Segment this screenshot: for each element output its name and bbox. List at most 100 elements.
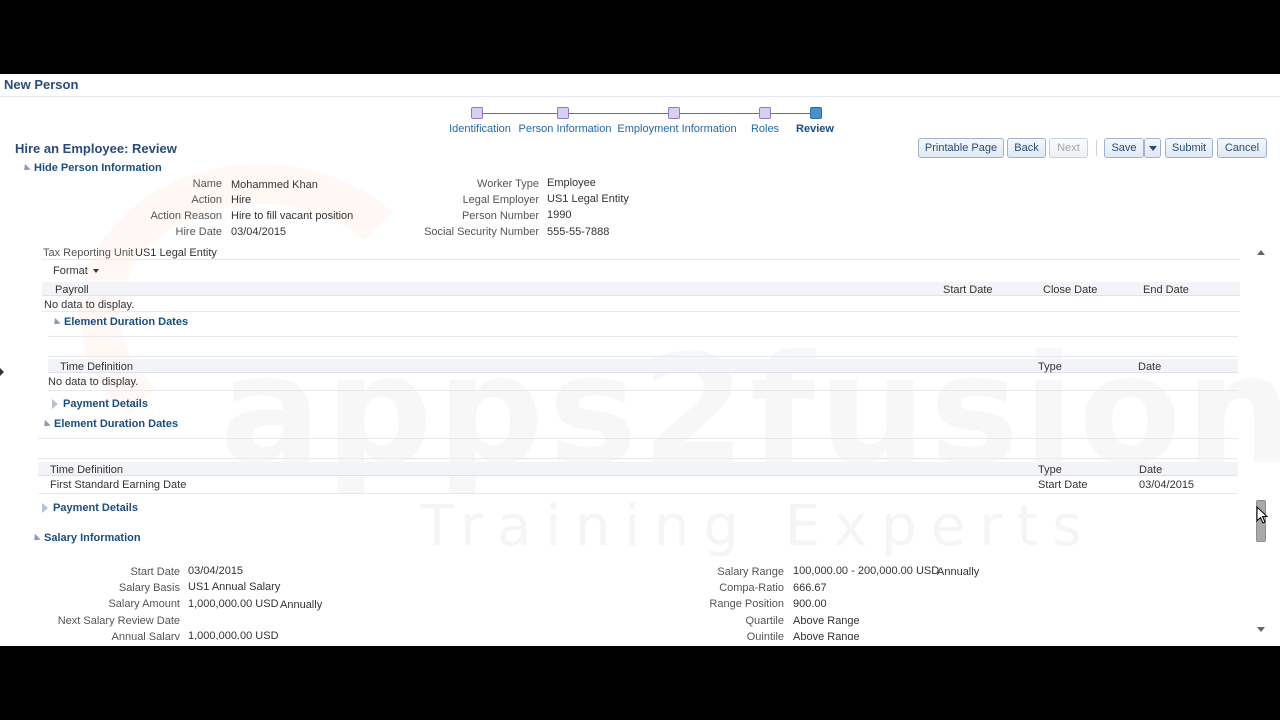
back-button[interactable]: Back — [1007, 138, 1046, 158]
salary-start-date-label: Start Date — [130, 566, 180, 578]
hire-date-label: Hire Date — [175, 226, 222, 238]
hide-person-information-toggle[interactable]: Hide Person Information — [21, 162, 162, 174]
worker-type-label: Worker Type — [477, 178, 539, 190]
payment-details-toggle[interactable]: Payment Details — [52, 398, 148, 410]
train-stop-employment-information[interactable] — [668, 107, 680, 119]
start-date-header[interactable]: Start Date — [943, 284, 993, 296]
divider — [42, 311, 1240, 312]
action-label: Action — [191, 194, 222, 206]
format-menu[interactable]: Format — [53, 265, 99, 277]
range-position-label: Range Position — [709, 598, 784, 610]
cancel-button[interactable]: Cancel — [1217, 138, 1267, 158]
element-dates-empty-message: No data to display. — [48, 376, 139, 388]
salary-basis-value: US1 Annual Salary — [188, 581, 281, 593]
person-number-value: 1990 — [547, 209, 572, 221]
time-definition-cell: First Standard Earning Date — [50, 479, 187, 491]
action-reason-value: Hire to fill vacant position — [231, 210, 354, 222]
expand-icon — [52, 399, 58, 410]
name-value: Mohammed Khan — [231, 179, 318, 191]
date-cell: 03/04/2015 — [1139, 479, 1195, 491]
element-duration-dates-toggle[interactable]: Element Duration Dates — [41, 418, 178, 430]
review-title: Hire an Employee: Review — [15, 141, 177, 156]
train-connector — [482, 113, 562, 114]
salary-range-label: Salary Range — [717, 566, 784, 578]
payment-details-toggle[interactable]: Payment Details — [42, 502, 138, 514]
type-header[interactable]: Type — [1038, 361, 1062, 373]
collapse-icon — [51, 317, 61, 327]
save-menu-button[interactable] — [1144, 138, 1161, 158]
panel-expand-icon[interactable] — [0, 368, 4, 376]
worker-type-value: Employee — [547, 177, 596, 189]
divider — [48, 390, 1238, 391]
title-divider — [0, 96, 1280, 97]
train-stop-identification[interactable] — [471, 107, 483, 119]
payroll-header[interactable]: Payroll — [55, 284, 89, 296]
quartile-value: Above Range — [793, 615, 860, 627]
train-stop-review[interactable] — [810, 107, 822, 119]
divider — [38, 493, 1238, 494]
salary-range-frequency: Annually — [937, 566, 980, 578]
train-connector — [569, 113, 673, 114]
legal-employer-label: Legal Employer — [462, 194, 539, 206]
date-header[interactable]: Date — [1138, 361, 1161, 373]
annual-salary-value: 1,000,000.00 USD — [188, 630, 279, 640]
payroll-empty-message: No data to display. — [44, 299, 135, 311]
compa-ratio-value: 666.67 — [793, 582, 827, 594]
type-header[interactable]: Type — [1038, 464, 1062, 476]
mouse-cursor-icon — [1256, 506, 1268, 524]
salary-information-toggle[interactable]: Salary Information — [31, 532, 141, 544]
end-date-header[interactable]: End Date — [1143, 284, 1189, 296]
next-salary-review-date-label: Next Salary Review Date — [57, 615, 180, 627]
train-stop-roles[interactable] — [759, 107, 771, 119]
divider — [38, 458, 1238, 459]
chevron-down-icon — [92, 269, 99, 274]
annual-salary-label: Annual Salary — [111, 631, 181, 640]
submit-button[interactable]: Submit — [1165, 138, 1213, 158]
salary-basis-label: Salary Basis — [118, 582, 180, 594]
payment-details-label: Payment Details — [63, 398, 148, 410]
divider — [38, 438, 1238, 439]
train-label-roles[interactable]: Roles — [751, 123, 779, 135]
process-train: Identification Person Information Employ… — [440, 107, 860, 137]
action-value: Hire — [231, 194, 252, 206]
scroll-down-icon[interactable] — [1257, 627, 1265, 632]
salary-start-date-value: 03/04/2015 — [188, 565, 244, 577]
application-frame: apps2fusion Training Experts New Person … — [0, 74, 1280, 646]
page-title: New Person — [4, 77, 79, 92]
review-scroll-region[interactable]: Tax Reporting Unit US1 Legal Entity Form… — [30, 242, 1268, 640]
train-label-identification[interactable]: Identification — [449, 123, 511, 135]
quartile-label: Quartile — [745, 615, 784, 627]
hire-date-value: 03/04/2015 — [231, 226, 287, 238]
train-stop-person-information[interactable] — [557, 107, 569, 119]
divider — [42, 259, 1240, 260]
time-definition-header[interactable]: Time Definition — [50, 464, 123, 476]
divider — [48, 336, 1238, 337]
person-number-label: Person Number — [461, 210, 539, 222]
scroll-up-icon[interactable] — [1257, 250, 1265, 255]
hide-person-information-label: Hide Person Information — [34, 162, 162, 174]
format-menu-label: Format — [53, 265, 88, 277]
vertical-scrollbar[interactable] — [1254, 242, 1268, 640]
expand-icon — [42, 503, 48, 514]
payment-details-label: Payment Details — [53, 502, 138, 514]
toolbar-separator — [1096, 140, 1097, 156]
quintile-label: Quintile — [746, 631, 784, 640]
train-label-employment-information[interactable]: Employment Information — [617, 123, 736, 135]
tax-reporting-unit-label: Tax Reporting Unit — [43, 247, 134, 259]
salary-amount-frequency: Annually — [280, 599, 323, 611]
close-date-header[interactable]: Close Date — [1043, 284, 1097, 296]
date-header[interactable]: Date — [1139, 464, 1162, 476]
collapse-icon — [41, 419, 51, 429]
quintile-value: Above Range — [793, 631, 860, 640]
next-button: Next — [1049, 138, 1088, 158]
train-connector — [680, 113, 763, 114]
chevron-down-icon — [1148, 145, 1157, 151]
action-reason-label: Action Reason — [150, 210, 222, 222]
train-label-person-information[interactable]: Person Information — [519, 123, 612, 135]
time-definition-header[interactable]: Time Definition — [60, 361, 133, 373]
salary-range-value: 100,000.00 - 200,000.00 USD — [793, 565, 940, 577]
printable-page-button[interactable]: Printable Page — [918, 138, 1004, 158]
element-duration-dates-toggle[interactable]: Element Duration Dates — [51, 316, 188, 328]
save-button[interactable]: Save — [1104, 138, 1144, 158]
ssn-label: Social Security Number — [424, 226, 539, 238]
